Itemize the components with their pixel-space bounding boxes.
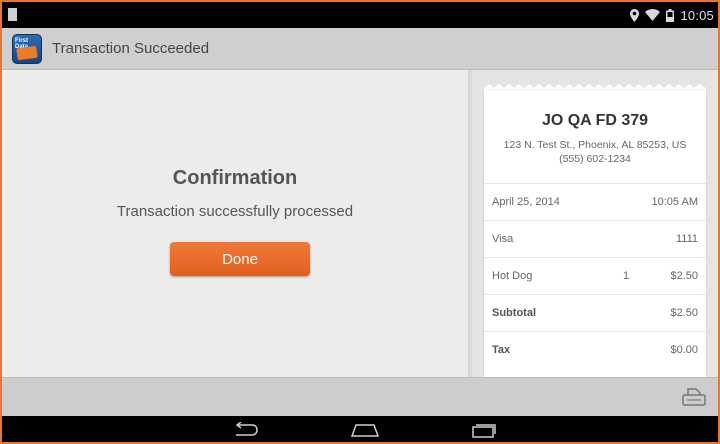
battery-icon [666, 8, 675, 22]
row-value: 1111 [675, 233, 698, 245]
status-icons: 10:05 [630, 6, 714, 24]
receipt-row-item: Hot Dog 1 $2.50 [484, 257, 706, 294]
merchant-address: 123 N. Test St., Phoenix, AL 85253, US (… [484, 138, 706, 166]
address-phone: (555) 602-1234 [559, 153, 631, 165]
row-value: $2.50 [670, 307, 698, 319]
receipt-row-subtotal: Subtotal $2.50 [484, 294, 706, 331]
action-bar: First Data Transaction Succeeded [2, 28, 718, 70]
address-line-1: 123 N. Test St., Phoenix, AL 85253, US [503, 139, 687, 151]
system-nav-bar [2, 416, 718, 442]
receipt-rows: April 25, 2014 10:05 AM Visa 1111 Hot Do… [484, 183, 706, 368]
receipt-pane[interactable]: JO QA FD 379 123 N. Test St., Phoenix, A… [472, 70, 718, 377]
confirmation-title: Confirmation [172, 167, 298, 189]
confirmation-message: Transaction successfully processed [116, 203, 354, 220]
wifi-icon [645, 9, 661, 21]
receipt: JO QA FD 379 123 N. Test St., Phoenix, A… [484, 90, 706, 377]
row-label: Subtotal [492, 307, 536, 319]
receipt-row-card: Visa 1111 [484, 220, 706, 257]
home-icon[interactable] [350, 422, 380, 438]
main-content: Confirmation Transaction successfully pr… [2, 70, 718, 377]
app-window: 10:05 First Data Transaction Succeeded C… [0, 0, 720, 444]
location-icon [630, 8, 640, 22]
card-icon [16, 45, 38, 61]
row-value: $0.00 [670, 344, 698, 356]
row-value: $2.50 [670, 270, 698, 282]
done-button[interactable]: Done [170, 242, 310, 276]
row-label: Hot Dog [492, 270, 533, 282]
recent-apps-icon[interactable] [470, 422, 498, 438]
row-qty: 1 [623, 270, 630, 282]
row-label: Visa [492, 233, 514, 245]
row-label: April 25, 2014 [492, 196, 560, 208]
row-value: 10:05 AM [651, 196, 698, 208]
print-icon[interactable] [682, 387, 706, 407]
status-time: 10:05 [680, 7, 714, 23]
receipt-row-tax: Tax $0.00 [484, 331, 706, 368]
bottom-toolbar [2, 377, 718, 416]
page-title: Transaction Succeeded [52, 40, 210, 57]
notification-icon [8, 8, 17, 21]
status-bar: 10:05 [2, 2, 718, 28]
receipt-row-date: April 25, 2014 10:05 AM [484, 183, 706, 220]
merchant-name: JO QA FD 379 [541, 112, 649, 129]
app-icon[interactable]: First Data [12, 34, 42, 64]
back-icon[interactable] [232, 422, 260, 438]
confirmation-pane: Confirmation Transaction successfully pr… [2, 70, 468, 377]
row-label: Tax [492, 344, 511, 356]
